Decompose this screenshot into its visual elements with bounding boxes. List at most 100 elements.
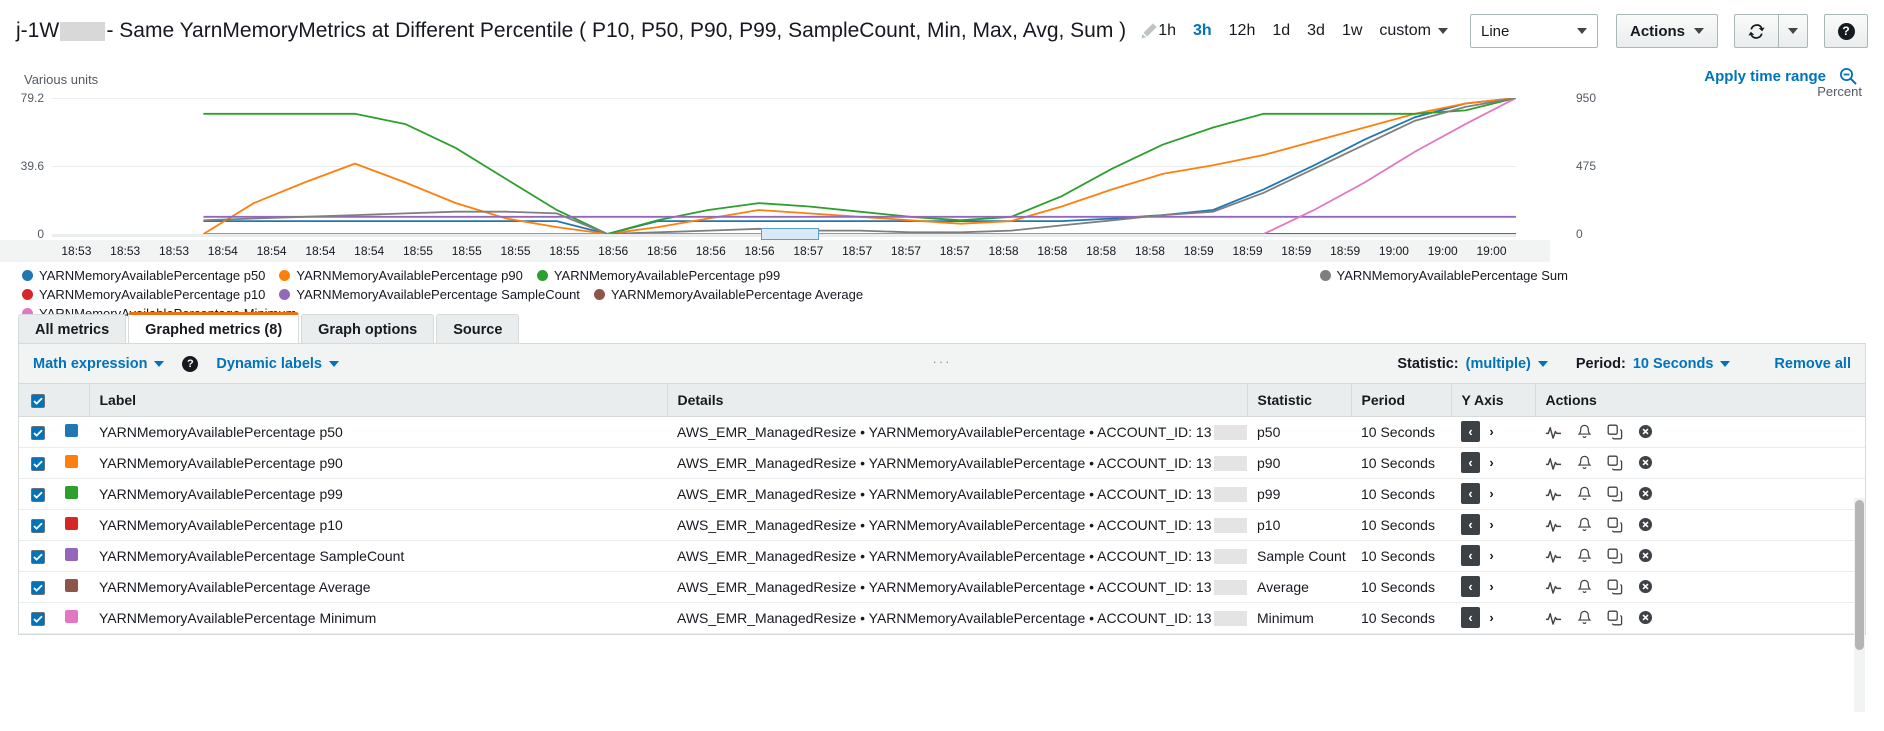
- yaxis-left-button[interactable]: ‹: [1461, 514, 1480, 535]
- tab-graphed-metrics[interactable]: Graphed metrics (8): [128, 312, 299, 344]
- remove-metric-icon[interactable]: [1638, 610, 1653, 625]
- duplicate-icon[interactable]: [1607, 424, 1623, 440]
- table-row[interactable]: YARNMemoryAvailablePercentage SampleCoun…: [19, 540, 1865, 571]
- table-row[interactable]: YARNMemoryAvailablePercentage p10AWS_EMR…: [19, 509, 1865, 540]
- table-row[interactable]: YARNMemoryAvailablePercentage AverageAWS…: [19, 571, 1865, 602]
- row-period[interactable]: 10 Seconds: [1351, 478, 1451, 509]
- row-statistic[interactable]: Minimum: [1247, 602, 1351, 633]
- row-period[interactable]: 10 Seconds: [1351, 540, 1451, 571]
- yaxis-right-button[interactable]: ›: [1482, 576, 1501, 597]
- create-alarm-icon[interactable]: [1577, 517, 1592, 533]
- legend-item-sum[interactable]: YARNMemoryAvailablePercentage Sum: [1320, 268, 1568, 283]
- apply-time-range-link[interactable]: Apply time range: [1704, 68, 1826, 85]
- time-range-3h[interactable]: 3h: [1193, 22, 1212, 40]
- view-graph-icon[interactable]: [1545, 517, 1562, 532]
- row-label[interactable]: YARNMemoryAvailablePercentage p10: [89, 509, 667, 540]
- help-button[interactable]: ?: [1824, 14, 1868, 48]
- view-graph-icon[interactable]: [1545, 579, 1562, 594]
- view-graph-icon[interactable]: [1545, 610, 1562, 625]
- row-label[interactable]: YARNMemoryAvailablePercentage SampleCoun…: [89, 540, 667, 571]
- row-checkbox[interactable]: [31, 612, 45, 626]
- create-alarm-icon[interactable]: [1577, 579, 1592, 595]
- yaxis-right-button[interactable]: ›: [1482, 514, 1501, 535]
- refresh-options-button[interactable]: [1778, 14, 1808, 48]
- view-graph-icon[interactable]: [1545, 455, 1562, 470]
- row-statistic[interactable]: p50: [1247, 416, 1351, 447]
- table-scrollbar[interactable]: [1854, 498, 1865, 712]
- row-label[interactable]: YARNMemoryAvailablePercentage p99: [89, 478, 667, 509]
- time-range-1h[interactable]: 1h: [1158, 22, 1176, 40]
- legend-item[interactable]: YARNMemoryAvailablePercentage p50: [22, 268, 265, 283]
- create-alarm-icon[interactable]: [1577, 610, 1592, 626]
- row-period[interactable]: 10 Seconds: [1351, 447, 1451, 478]
- series-color-swatch[interactable]: [65, 486, 78, 499]
- plot-canvas[interactable]: 79.2 39.6 0 950 475 0: [52, 98, 1516, 234]
- math-expression-dropdown[interactable]: Math expression: [33, 356, 164, 372]
- remove-all-button[interactable]: Remove all: [1774, 356, 1851, 372]
- yaxis-right-button[interactable]: ›: [1482, 545, 1501, 566]
- remove-metric-icon[interactable]: [1638, 486, 1653, 501]
- series-color-swatch[interactable]: [65, 455, 78, 468]
- row-label[interactable]: YARNMemoryAvailablePercentage Minimum: [89, 602, 667, 633]
- series-color-swatch[interactable]: [65, 424, 78, 437]
- remove-metric-icon[interactable]: [1638, 517, 1653, 532]
- create-alarm-icon[interactable]: [1577, 455, 1592, 471]
- statistic-value[interactable]: (multiple): [1466, 356, 1531, 372]
- remove-metric-icon[interactable]: [1638, 579, 1653, 594]
- series-color-swatch[interactable]: [65, 610, 78, 623]
- duplicate-icon[interactable]: [1607, 455, 1623, 471]
- duplicate-icon[interactable]: [1607, 517, 1623, 533]
- view-graph-icon[interactable]: [1545, 548, 1562, 563]
- refresh-button[interactable]: [1734, 14, 1778, 48]
- yaxis-right-button[interactable]: ›: [1482, 483, 1501, 504]
- yaxis-left-button[interactable]: ‹: [1461, 607, 1480, 628]
- row-period[interactable]: 10 Seconds: [1351, 571, 1451, 602]
- period-value[interactable]: 10 Seconds: [1633, 356, 1714, 372]
- yaxis-left-button[interactable]: ‹: [1461, 483, 1480, 504]
- tab-source[interactable]: Source: [436, 314, 519, 344]
- yaxis-left-button[interactable]: ‹: [1461, 545, 1480, 566]
- time-range-12h[interactable]: 12h: [1229, 22, 1256, 40]
- row-statistic[interactable]: Average: [1247, 571, 1351, 602]
- row-checkbox[interactable]: [31, 488, 45, 502]
- zoom-out-icon[interactable]: [1838, 66, 1858, 86]
- table-scrollbar-thumb[interactable]: [1855, 500, 1864, 650]
- math-help-icon[interactable]: ?: [182, 356, 198, 372]
- legend-item[interactable]: YARNMemoryAvailablePercentage SampleCoun…: [279, 287, 580, 302]
- table-row[interactable]: YARNMemoryAvailablePercentage p90AWS_EMR…: [19, 447, 1865, 478]
- duplicate-icon[interactable]: [1607, 610, 1623, 626]
- table-row[interactable]: YARNMemoryAvailablePercentage MinimumAWS…: [19, 602, 1865, 633]
- table-row[interactable]: YARNMemoryAvailablePercentage p50AWS_EMR…: [19, 416, 1865, 447]
- create-alarm-icon[interactable]: [1577, 424, 1592, 440]
- time-selection-handle[interactable]: [761, 228, 819, 240]
- legend-item[interactable]: YARNMemoryAvailablePercentage p10: [22, 287, 265, 302]
- create-alarm-icon[interactable]: [1577, 486, 1592, 502]
- row-statistic[interactable]: Sample Count: [1247, 540, 1351, 571]
- resize-handle[interactable]: ···: [933, 354, 952, 369]
- tab-graph-options[interactable]: Graph options: [301, 314, 434, 344]
- view-graph-icon[interactable]: [1545, 486, 1562, 501]
- row-checkbox[interactable]: [31, 581, 45, 595]
- series-color-swatch[interactable]: [65, 517, 78, 530]
- table-row[interactable]: YARNMemoryAvailablePercentage p99AWS_EMR…: [19, 478, 1865, 509]
- row-statistic[interactable]: p99: [1247, 478, 1351, 509]
- time-range-custom[interactable]: custom: [1379, 22, 1448, 40]
- row-period[interactable]: 10 Seconds: [1351, 602, 1451, 633]
- duplicate-icon[interactable]: [1607, 548, 1623, 564]
- series-color-swatch[interactable]: [65, 548, 78, 561]
- yaxis-left-button[interactable]: ‹: [1461, 421, 1480, 442]
- view-graph-icon[interactable]: [1545, 424, 1562, 439]
- time-range-3d[interactable]: 3d: [1307, 22, 1325, 40]
- row-checkbox[interactable]: [31, 457, 45, 471]
- edit-pencil-icon[interactable]: [1140, 22, 1158, 40]
- yaxis-left-button[interactable]: ‹: [1461, 576, 1480, 597]
- actions-button[interactable]: Actions: [1616, 14, 1718, 48]
- row-statistic[interactable]: p10: [1247, 509, 1351, 540]
- row-label[interactable]: YARNMemoryAvailablePercentage p50: [89, 416, 667, 447]
- row-checkbox[interactable]: [31, 550, 45, 564]
- row-statistic[interactable]: p90: [1247, 447, 1351, 478]
- tab-all-metrics[interactable]: All metrics: [18, 314, 126, 344]
- remove-metric-icon[interactable]: [1638, 455, 1653, 470]
- remove-metric-icon[interactable]: [1638, 548, 1653, 563]
- duplicate-icon[interactable]: [1607, 486, 1623, 502]
